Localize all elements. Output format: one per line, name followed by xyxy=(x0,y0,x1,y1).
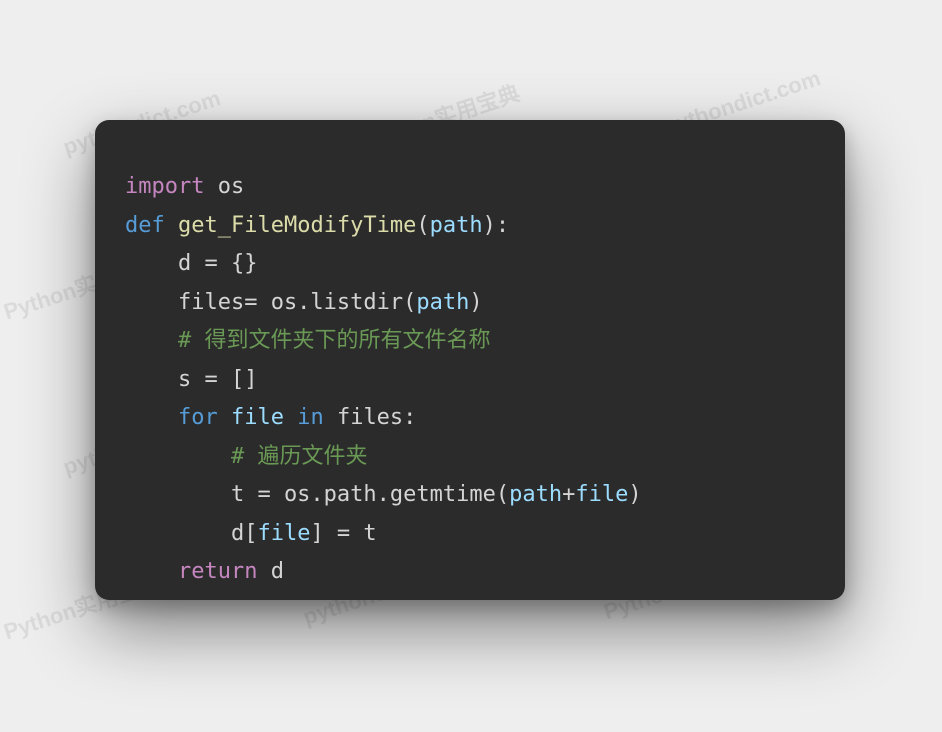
line-t-a: t = os.path.getmtime( xyxy=(125,482,509,507)
code-block: import os def get_FileModifyTime(path): … xyxy=(125,168,815,592)
watermark-brand: Python实用宝典 xyxy=(0,0,164,6)
kw-def: def xyxy=(125,213,165,238)
arg-path: path xyxy=(416,290,469,315)
param-path: path xyxy=(430,213,483,238)
op-plus: + xyxy=(562,482,575,507)
fn-name: get_FileModifyTime xyxy=(165,213,417,238)
key-file: file xyxy=(257,521,310,546)
kw-for: for xyxy=(125,405,218,430)
line-files-b: ) xyxy=(469,290,482,315)
loop-var: file xyxy=(218,405,297,430)
line-d-init: d = {} xyxy=(125,251,257,276)
code-card: import os def get_FileModifyTime(path): … xyxy=(95,120,845,600)
paren-close: ): xyxy=(483,213,510,238)
ret-d: d xyxy=(257,559,284,584)
mod-os: os xyxy=(204,174,244,199)
line-dset-b: ] = t xyxy=(310,521,376,546)
paren-open: ( xyxy=(416,213,429,238)
kw-return: return xyxy=(125,559,257,584)
loop-iter: files: xyxy=(324,405,417,430)
kw-import: import xyxy=(125,174,204,199)
comment-1: # 得到文件夹下的所有文件名称 xyxy=(125,328,490,353)
arg-file: file xyxy=(575,482,628,507)
line-t-b: ) xyxy=(628,482,641,507)
kw-in: in xyxy=(297,405,324,430)
line-s-init: s = [] xyxy=(125,367,257,392)
arg-path-2: path xyxy=(509,482,562,507)
line-dset-a: d[ xyxy=(125,521,257,546)
comment-2: # 遍历文件夹 xyxy=(125,444,367,469)
line-files-a: files= os.listdir( xyxy=(125,290,416,315)
